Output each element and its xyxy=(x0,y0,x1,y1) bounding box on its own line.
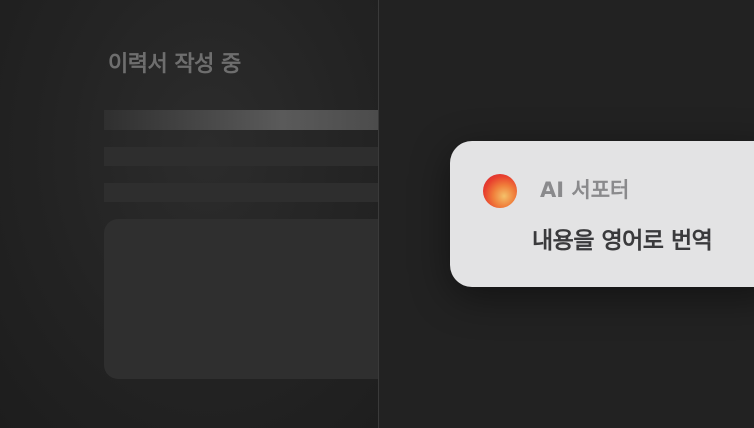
screen: 이력서 작성 중 AI 서포터 내용을 영어로 번역 xyxy=(0,0,754,428)
notification-sender: AI 서포터 xyxy=(540,178,630,202)
ai-assistant-orb-icon xyxy=(483,174,517,208)
notification-message: 내용을 영어로 번역 xyxy=(532,228,713,254)
ai-notification-card[interactable]: AI 서포터 내용을 영어로 번역 xyxy=(450,141,754,287)
notification-layer: AI 서포터 내용을 영어로 번역 xyxy=(0,0,754,428)
